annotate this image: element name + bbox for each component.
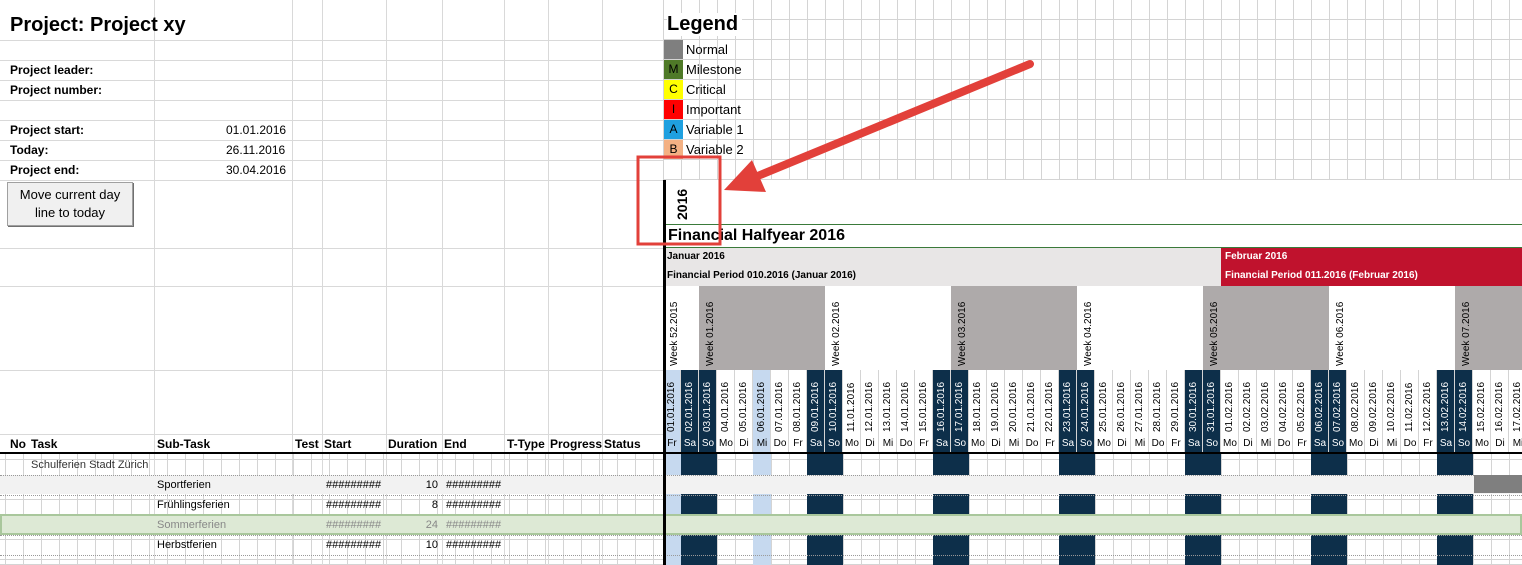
annotation-arrow-overlay xyxy=(636,60,1034,246)
annotation-highlight-box xyxy=(636,155,722,246)
annotation-arrow-shaft xyxy=(744,60,1034,184)
